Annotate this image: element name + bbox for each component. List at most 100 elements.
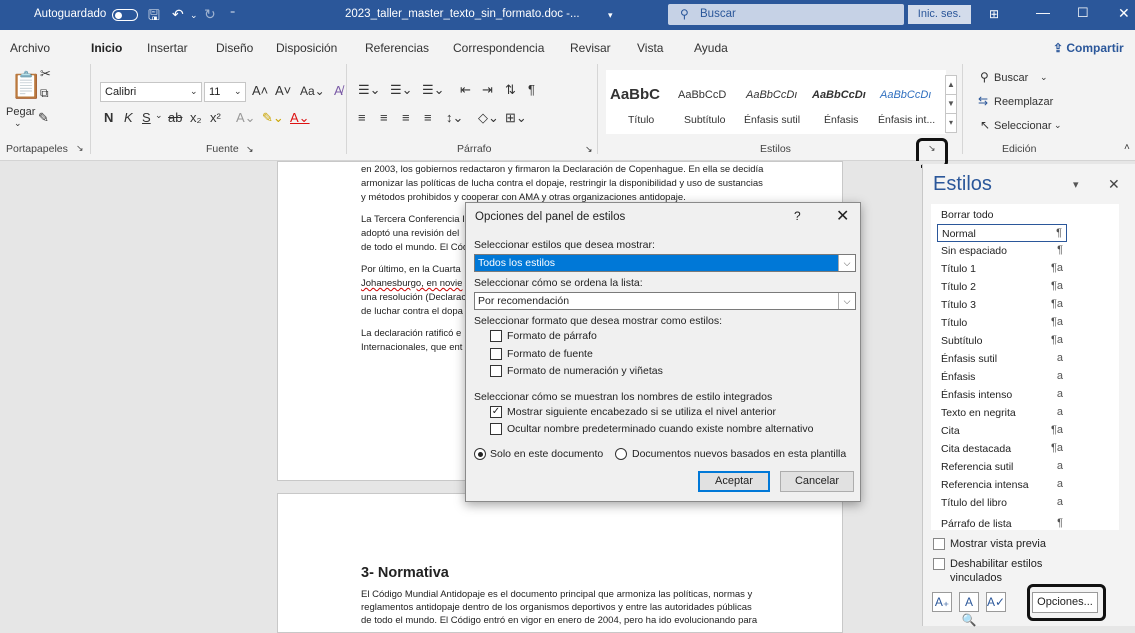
font-format-label[interactable]: Formato de fuente — [507, 348, 593, 360]
decrease-indent-icon[interactable]: ⇤ — [460, 82, 471, 98]
style-enfasis[interactable]: AaBbCcDı Énfasis — [810, 70, 876, 134]
show-preview-checkbox[interactable] — [933, 538, 945, 550]
tab-diseno[interactable]: Diseño — [216, 41, 253, 55]
clear-formatting-icon[interactable]: A̸ — [334, 83, 343, 98]
autosave-toggle[interactable] — [112, 9, 138, 21]
copy-icon[interactable]: ⧉ — [40, 86, 49, 101]
underline-button[interactable]: S — [142, 110, 151, 125]
bullets-icon[interactable]: ☰⌄ — [358, 82, 381, 98]
chevron-down-icon[interactable]: ⌵ — [838, 255, 855, 271]
borders-icon[interactable]: ⊞⌄ — [505, 110, 527, 126]
font-format-checkbox[interactable] — [490, 348, 502, 360]
justify-icon[interactable]: ≡ — [424, 110, 432, 125]
document-title-dropdown-icon[interactable]: ▾ — [608, 10, 613, 21]
underline-dropdown-icon[interactable]: ⌄ — [155, 110, 163, 121]
numbering-format-checkbox[interactable] — [490, 365, 502, 377]
disable-linked-label[interactable]: Deshabilitar estilos — [950, 558, 1042, 570]
pane-menu-icon[interactable]: ▾ — [1073, 178, 1079, 191]
signin-button[interactable]: Inic. ses. — [908, 5, 971, 24]
list-item[interactable]: Sin espaciado ¶ — [931, 242, 1119, 260]
disable-linked-label-cont[interactable]: vinculados — [950, 572, 1002, 584]
tab-ayuda[interactable]: Ayuda — [694, 41, 728, 55]
show-preview-label[interactable]: Mostrar vista previa — [950, 538, 1046, 550]
tab-insertar[interactable]: Insertar — [147, 41, 188, 55]
strikethrough-button[interactable]: ab — [168, 110, 182, 125]
help-button[interactable]: ? — [794, 209, 801, 223]
search-box[interactable]: ⚲ Buscar — [668, 4, 904, 25]
sort-select[interactable]: Por recomendación ⌵ — [474, 292, 856, 310]
maximize-icon[interactable]: ☐ — [1077, 5, 1089, 21]
manage-styles-icon[interactable]: A✓ — [986, 592, 1006, 612]
cancel-button[interactable]: Cancelar — [780, 471, 854, 492]
grow-font-icon[interactable]: A˄ — [252, 83, 268, 98]
paragraph-format-checkbox[interactable] — [490, 330, 502, 342]
select-dropdown-icon[interactable]: ⌄ — [1054, 120, 1062, 131]
hide-default-label[interactable]: Ocultar nombre predeterminado cuando exi… — [507, 423, 813, 435]
list-item[interactable]: Énfasis sutil a — [931, 350, 1119, 368]
show-styles-select[interactable]: Todos los estilos ⌵ — [474, 254, 856, 272]
show-marks-icon[interactable]: ¶ — [528, 82, 535, 97]
find-label[interactable]: Buscar — [994, 72, 1028, 84]
list-item[interactable]: Título del libro a — [931, 494, 1119, 512]
replace-label[interactable]: Reemplazar — [994, 96, 1053, 108]
new-documents-radio[interactable] — [615, 448, 627, 460]
list-item[interactable]: Normal ¶ — [937, 224, 1067, 242]
ribbon-display-icon[interactable]: ⊞ — [989, 7, 999, 21]
next-heading-checkbox[interactable]: ✓ — [490, 406, 502, 418]
list-item[interactable]: Subtítulo ¶a — [931, 332, 1119, 350]
paste-icon[interactable]: 📋 — [10, 70, 42, 101]
minimize-icon[interactable]: — — [1036, 4, 1050, 20]
close-window-icon[interactable]: ✕ — [1118, 5, 1130, 22]
styles-gallery-scroll[interactable]: ▲ ▼ ▾ — [945, 75, 957, 133]
change-case-icon[interactable]: Aa⌄ — [300, 84, 325, 98]
pane-close-icon[interactable]: ✕ — [1108, 176, 1120, 193]
style-inspector-icon[interactable]: A🔍 — [959, 592, 979, 627]
list-item[interactable]: Referencia intensa a — [931, 476, 1119, 494]
align-left-icon[interactable]: ≡ — [358, 110, 366, 125]
customize-toolbar-icon[interactable]: ⁼ — [230, 9, 235, 20]
gallery-up-icon[interactable]: ▲ — [946, 76, 956, 95]
list-item[interactable]: Referencia sutil a — [931, 458, 1119, 476]
list-item[interactable]: Énfasis intenso a — [931, 386, 1119, 404]
tab-archivo[interactable]: Archivo — [10, 41, 50, 55]
format-painter-icon[interactable]: ✎ — [38, 110, 49, 126]
increase-indent-icon[interactable]: ⇥ — [482, 82, 493, 98]
gallery-down-icon[interactable]: ▼ — [946, 95, 956, 114]
next-heading-label[interactable]: Mostrar siguiente encabezado si se utili… — [507, 406, 776, 418]
font-color-icon[interactable]: A⌄ — [290, 110, 310, 126]
select-icon[interactable]: ↖ — [980, 118, 990, 132]
list-item[interactable]: Título 3 ¶a — [931, 296, 1119, 314]
shrink-font-icon[interactable]: A˅ — [275, 83, 291, 98]
paste-dropdown-icon[interactable]: ⌄ — [14, 118, 22, 129]
list-item[interactable]: Énfasis a — [931, 368, 1119, 386]
tab-inicio[interactable]: Inicio — [91, 41, 123, 61]
paragraph-format-label[interactable]: Formato de párrafo — [507, 330, 597, 342]
list-item[interactable]: Borrar todo — [931, 206, 1119, 224]
list-item[interactable]: Título 2 ¶a — [931, 278, 1119, 296]
sort-icon[interactable]: ⇅ — [505, 82, 516, 98]
font-name-box[interactable]: Calibri — [100, 82, 202, 102]
paste-label[interactable]: Pegar — [6, 106, 35, 118]
list-item[interactable]: Texto en negrita a — [931, 404, 1119, 422]
hide-default-checkbox[interactable] — [490, 423, 502, 435]
collapse-ribbon-icon[interactable]: ˄ — [1124, 142, 1130, 153]
bold-button[interactable]: N — [104, 110, 113, 125]
select-label[interactable]: Seleccionar — [994, 120, 1051, 132]
save-icon[interactable]: 🖫 — [148, 5, 160, 29]
list-item[interactable]: Título ¶a — [931, 314, 1119, 332]
dialog-close-button[interactable]: ✕ — [836, 206, 849, 226]
style-enfasis-sutil[interactable]: AaBbCcDı Énfasis sutil — [742, 70, 808, 134]
line-spacing-icon[interactable]: ↕⌄ — [446, 110, 463, 126]
tab-disposicion[interactable]: Disposición — [276, 41, 337, 55]
list-item[interactable]: Cita ¶a — [931, 422, 1119, 440]
cut-icon[interactable]: ✂ — [40, 66, 51, 82]
new-style-icon[interactable]: A₊ — [932, 592, 952, 612]
shading-icon[interactable]: ◇⌄ — [478, 110, 499, 126]
style-titulo[interactable]: AaBbC Título — [606, 70, 672, 134]
replace-icon[interactable]: ⇆ — [978, 94, 988, 108]
tab-referencias[interactable]: Referencias — [365, 41, 429, 55]
gallery-more-icon[interactable]: ▾ — [946, 114, 956, 133]
chevron-down-icon[interactable]: ⌵ — [838, 293, 855, 309]
style-enfasis-intenso[interactable]: AaBbCcDı Énfasis int... — [878, 70, 944, 134]
highlight-color-icon[interactable]: ✎⌄ — [262, 110, 284, 126]
